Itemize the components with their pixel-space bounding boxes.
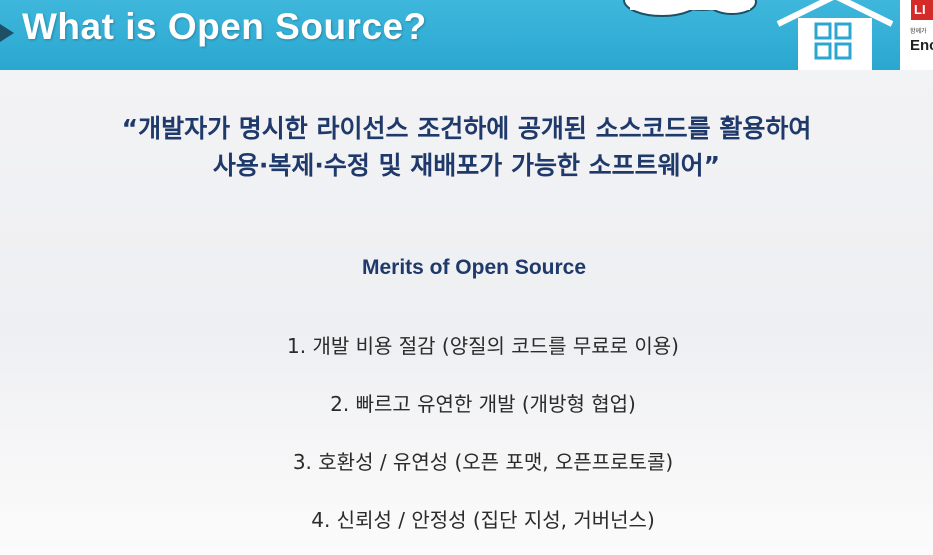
brand-logo-text: Enc (910, 37, 933, 54)
brand-logo-red: LI (911, 0, 933, 20)
merit-item-3: 3. 호환성 / 유연성 (오픈 포맷, 오픈프로토콜) (292, 450, 674, 474)
definition-line-2: 사용·복제·수정 및 재배포가 가능한 소프트웨어” (212, 151, 721, 180)
brand-logo: LI 함께가 Enc (900, 0, 933, 70)
title-bar: What is Open Source? LI 함께가 Enc (0, 0, 933, 70)
merit-item-2: 2. 빠르고 유연한 개발 (개방형 협업) (330, 392, 636, 416)
merits-heading: Merits of Open Source (361, 256, 587, 279)
merit-item-1: 1. 개발 비용 절감 (양질의 코드를 무료로 이용) (287, 334, 679, 358)
merit-item-4: 4. 신뢰성 / 안정성 (집단 지성, 거버넌스) (311, 508, 655, 532)
brand-logo-small-text: 함께가 (910, 28, 927, 35)
cloud-icon (623, 0, 757, 17)
arrow-marker-icon (0, 24, 14, 42)
definition-quote: “개발자가 명시한 라이선스 조건하에 공개된 소스코드를 활용하여 사용·복제… (0, 110, 933, 184)
house-icon (776, 0, 894, 70)
slide-title: What is Open Source? (22, 6, 427, 47)
definition-line-1: “개발자가 명시한 라이선스 조건하에 공개된 소스코드를 활용하여 (121, 114, 812, 143)
